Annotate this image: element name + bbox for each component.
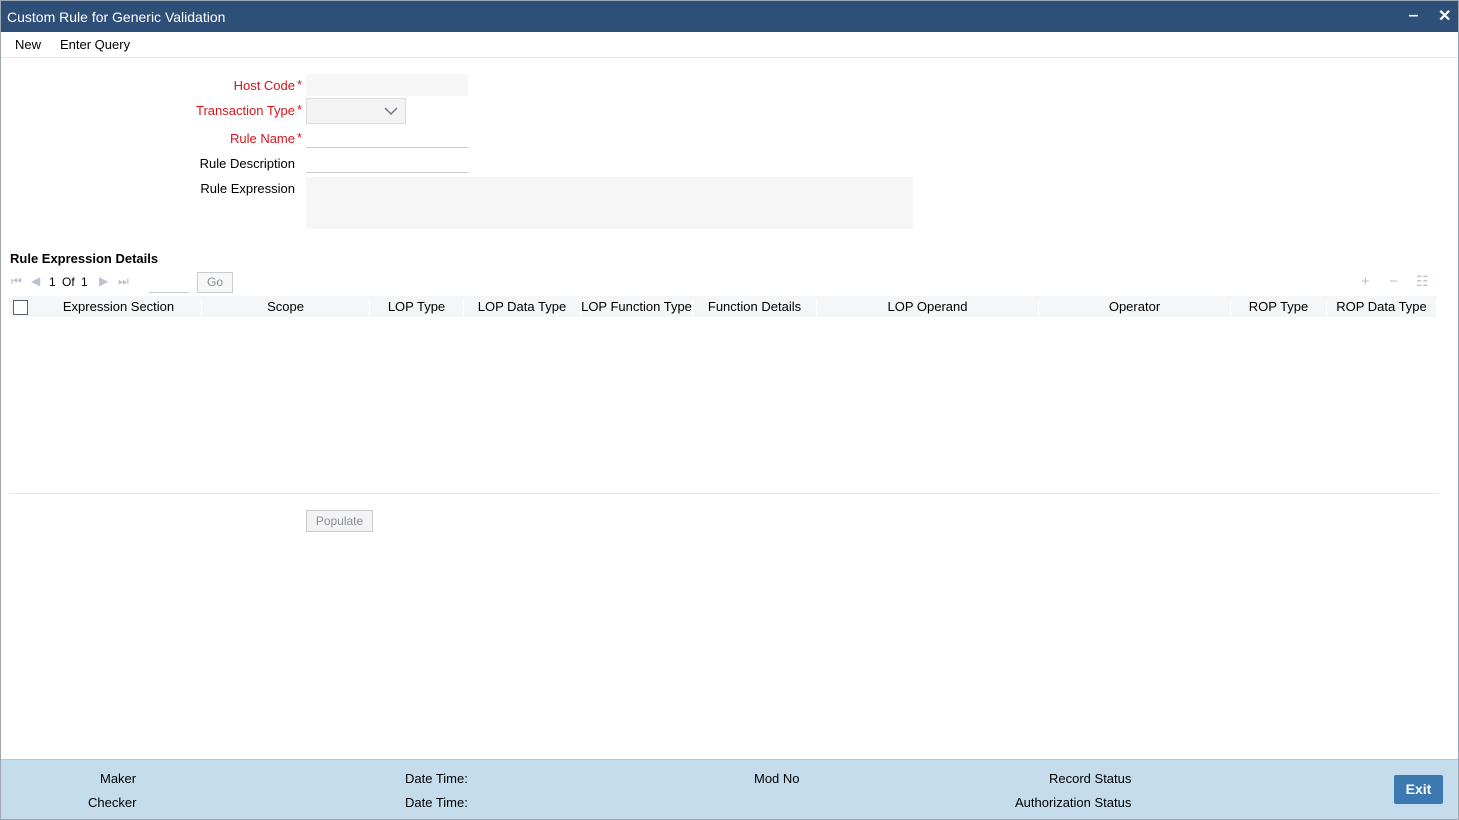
column-header[interactable]: LOP Function Type bbox=[581, 299, 693, 317]
column-header[interactable]: Function Details bbox=[693, 299, 817, 317]
mod-no-label: Mod No bbox=[754, 771, 800, 786]
section-title: Rule Expression Details bbox=[10, 251, 159, 266]
column-header[interactable]: Scope bbox=[202, 299, 370, 317]
column-header[interactable]: ROP Type bbox=[1231, 299, 1327, 317]
checker-label: Checker bbox=[88, 795, 137, 810]
page-number-input[interactable] bbox=[149, 272, 189, 293]
maker-date-time-label: Date Time: bbox=[405, 771, 468, 786]
window-title: Custom Rule for Generic Validation bbox=[7, 9, 226, 25]
checker-date-time-label: Date Time: bbox=[405, 795, 468, 810]
menu-enter-query[interactable]: Enter Query bbox=[60, 37, 130, 52]
total-pages: 1 bbox=[81, 275, 88, 289]
transaction-type-label: Transaction Type bbox=[196, 103, 295, 118]
title-bar: Custom Rule for Generic Validation ‒ ✕ bbox=[1, 1, 1458, 32]
column-header[interactable]: LOP Data Type bbox=[464, 299, 581, 317]
exit-button[interactable]: Exit bbox=[1394, 775, 1443, 804]
transaction-type-select[interactable] bbox=[306, 98, 406, 124]
next-page-icon[interactable]: ▶ bbox=[99, 274, 108, 288]
rule-expression-label: Rule Expression bbox=[200, 181, 295, 196]
delete-row-icon[interactable]: − bbox=[1389, 273, 1398, 290]
menu-new[interactable]: New bbox=[15, 37, 41, 52]
single-view-icon[interactable]: ☷ bbox=[1416, 273, 1429, 290]
host-code-label: Host Code bbox=[233, 78, 295, 93]
page-of-label: Of bbox=[62, 275, 75, 289]
menu-bar: New Enter Query bbox=[1, 32, 1458, 58]
populate-button[interactable]: Populate bbox=[306, 510, 373, 532]
host-code-field[interactable] bbox=[306, 74, 468, 96]
rule-expression-textarea[interactable] bbox=[306, 177, 913, 229]
maker-label: Maker bbox=[100, 771, 137, 786]
add-row-icon[interactable]: + bbox=[1361, 273, 1370, 290]
previous-page-icon[interactable]: ◀ bbox=[31, 274, 40, 288]
go-button[interactable]: Go bbox=[197, 272, 233, 293]
rule-name-label: Rule Name bbox=[229, 131, 295, 146]
window: Custom Rule for Generic Validation ‒ ✕ N… bbox=[0, 0, 1459, 820]
select-all-checkbox[interactable] bbox=[13, 300, 28, 315]
minimize-icon[interactable]: ‒ bbox=[1409, 7, 1418, 25]
pagination-bar: ⏮ ◀ 1 Of 1 ▶ ⏭ Go + − ☷ bbox=[9, 272, 1439, 294]
column-header[interactable]: Expression Section bbox=[36, 299, 202, 317]
column-header[interactable]: Operator bbox=[1039, 299, 1231, 317]
chevron-down-icon bbox=[384, 102, 398, 123]
column-header[interactable]: LOP Type bbox=[370, 299, 464, 317]
close-icon[interactable]: ✕ bbox=[1438, 6, 1451, 26]
authorization-status-label: Authorization Status bbox=[1015, 795, 1132, 810]
required-marker: * bbox=[297, 102, 303, 117]
current-page: 1 bbox=[49, 275, 56, 289]
record-status-label: Record Status bbox=[1049, 771, 1132, 786]
column-header[interactable]: ROP Data Type bbox=[1327, 299, 1437, 317]
rule-name-field[interactable] bbox=[306, 126, 468, 148]
column-header[interactable]: LOP Operand bbox=[817, 299, 1039, 317]
table-header: Expression Section Scope LOP Type LOP Da… bbox=[9, 296, 1437, 317]
last-page-icon[interactable]: ⏭ bbox=[118, 274, 129, 289]
required-marker: * bbox=[297, 77, 303, 92]
required-marker: * bbox=[297, 130, 303, 145]
expression-details-table: Expression Section Scope LOP Type LOP Da… bbox=[9, 296, 1439, 494]
audit-footer: Maker Checker Date Time: Date Time: Mod … bbox=[1, 759, 1458, 819]
rule-description-label: Rule Description bbox=[199, 156, 295, 171]
rule-description-field[interactable] bbox=[306, 151, 468, 173]
first-page-icon[interactable]: ⏮ bbox=[11, 274, 22, 289]
